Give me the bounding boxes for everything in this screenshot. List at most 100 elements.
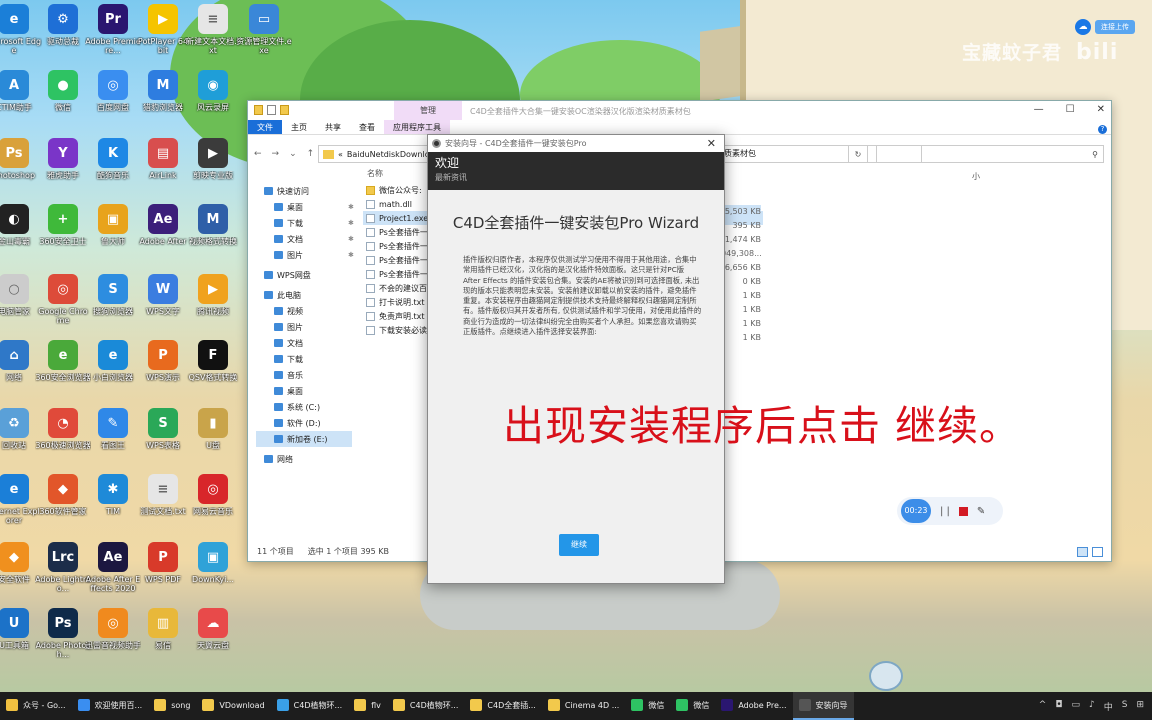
desktop-icon[interactable]: Ae Adobe After Effects 2020 (85, 542, 141, 593)
taskbar-item[interactable]: VDownload (196, 692, 270, 720)
ribbon-tabs[interactable]: 文件 主页 共享 查看 应用程序工具 (248, 120, 1111, 135)
pin-icon[interactable]: ✱ (348, 251, 354, 259)
taskbar-item[interactable]: Cinema 4D ... (542, 692, 625, 720)
pin-icon[interactable]: ✱ (348, 235, 354, 243)
desktop-icon[interactable]: ▣ 鲁大师 (85, 204, 141, 255)
nav-item[interactable]: 新加卷 (E:) (256, 431, 352, 447)
nav-item[interactable]: 桌面 ✱ (256, 199, 354, 215)
nav-item[interactable]: 快速访问 (256, 183, 352, 199)
nav-item[interactable]: 桌面 (256, 383, 352, 399)
desktop-icon[interactable]: Lrc Adobe Lightroo... (35, 542, 91, 593)
nav-item[interactable]: WPS网盘 (256, 267, 352, 283)
taskbar-item[interactable]: C4D植物环... (271, 692, 348, 720)
desktop-icon[interactable]: ▭ 资源管理文件.exe (236, 4, 292, 55)
desktop-icon[interactable]: S 搜狗浏览器 (85, 274, 141, 325)
back-icon[interactable]: ← (254, 149, 262, 159)
desktop-icon[interactable]: ▣ DownKyi... (185, 542, 241, 593)
desktop-icon[interactable]: e 360安全浏览器 (35, 340, 91, 391)
desktop-icon[interactable]: ▤ AirLink (135, 138, 191, 189)
desktop-icon[interactable]: ⚙ 驱动总裁 (35, 4, 91, 55)
tray-icon[interactable]: ⊞ (1136, 700, 1144, 713)
nav-item[interactable]: 文档 ✱ (256, 231, 354, 247)
breadcrumb[interactable]: BaiduNetdiskDownlo... (347, 150, 437, 159)
desktop-icon[interactable]: ≡ 新建文本文档.txt (185, 4, 241, 55)
nav-item[interactable]: 此电脑 (256, 287, 352, 303)
continue-button[interactable]: 继续 (559, 534, 599, 556)
desktop-icon[interactable]: Ps Adobe Photosh... (35, 608, 91, 659)
tab-view[interactable]: 查看 (350, 120, 384, 134)
desktop-icon[interactable]: ◎ 百度网盘 (85, 70, 141, 121)
search-input[interactable]: ⚲ (876, 145, 1104, 163)
desktop-icon[interactable]: ◆ 360软件管家 (35, 474, 91, 525)
desktop-icon[interactable]: P WPS演示 (135, 340, 191, 391)
tab-manage[interactable]: 管理 (394, 101, 462, 120)
nav-item[interactable]: 文档 (256, 335, 352, 351)
window-controls[interactable]: — ☐ ✕ (1034, 104, 1105, 115)
minimize-icon[interactable]: — (1034, 104, 1044, 115)
pin-icon[interactable]: ✱ (348, 219, 354, 227)
tray-icon[interactable]: ♪ (1089, 700, 1095, 713)
taskbar-item[interactable]: 众号 - Go... (0, 692, 72, 720)
desktop-icon[interactable]: ✎ 看图王 (85, 408, 141, 459)
nav-item[interactable]: 网络 (256, 451, 352, 467)
properties-icon[interactable] (267, 105, 276, 115)
up-icon[interactable]: ↑ (307, 149, 315, 159)
explorer-titlebar[interactable]: 管理 C4D全套插件大合集一键安装OC渲染器汉化版渲染材质素材包 — ☐ ✕ (248, 101, 1111, 120)
desktop-icon[interactable]: ▶ 剪映专业版 (185, 138, 241, 189)
refresh-button[interactable]: ↻ (848, 145, 868, 163)
desktop-icon[interactable]: M 视频格式转换 (185, 204, 241, 255)
taskbar-item[interactable]: flv (348, 692, 387, 720)
assistant-bot-icon[interactable] (869, 661, 903, 691)
pen-icon[interactable]: ✎ (977, 506, 985, 517)
cloud-upload-widget[interactable]: ☁ 连接上传 (1075, 18, 1147, 36)
desktop-icon[interactable]: ▮ U盘 (185, 408, 241, 459)
details-view-icon[interactable] (1077, 547, 1088, 557)
desktop-icon[interactable]: ✱ TIM (85, 474, 141, 525)
thumbnail-view-icon[interactable] (1092, 547, 1103, 557)
nav-buttons[interactable]: ← → ⌄ ↑ (254, 145, 314, 163)
desktop-icon[interactable]: M 猎豹浏览器 (135, 70, 191, 121)
desktop-icon[interactable]: ◔ 360极速浏览器 (35, 408, 91, 459)
tray-icon[interactable]: ▭ (1071, 700, 1080, 713)
forward-icon[interactable]: → (272, 149, 280, 159)
taskbar-item[interactable]: 欢迎使用百... (72, 692, 149, 720)
tab-app-tools[interactable]: 应用程序工具 (384, 120, 450, 134)
view-toggle[interactable] (1077, 547, 1103, 557)
desktop-icon[interactable]: ◎ Google Chrome (35, 274, 91, 325)
tab-file[interactable]: 文件 (248, 120, 282, 134)
desktop-icon[interactable]: e 小白浏览器 (85, 340, 141, 391)
help-icon[interactable]: ? (1098, 125, 1107, 134)
cloud-upload-label[interactable]: 连接上传 (1095, 20, 1135, 34)
taskbar-item[interactable]: Adobe Pre... (715, 692, 792, 720)
desktop-icon[interactable]: S WPS表格 (135, 408, 191, 459)
nav-item[interactable]: 视频 (256, 303, 352, 319)
installer-titlebar[interactable]: 安装向导 - C4D全套插件一键安装包Pro ✕ (428, 135, 724, 152)
nav-item[interactable]: 音乐 (256, 367, 352, 383)
desktop-icon[interactable]: P WPS PDF (135, 542, 191, 593)
stop-button[interactable] (958, 506, 968, 516)
desktop-icon[interactable]: F QSV格式转换 (185, 340, 241, 391)
taskbar-item[interactable]: 微信 (670, 692, 715, 720)
maximize-icon[interactable]: ☐ (1066, 104, 1075, 115)
tray-icon[interactable]: ^ (1039, 700, 1047, 713)
desktop-icon[interactable]: ● 微信 (35, 70, 91, 121)
taskbar-item[interactable]: 安装向导 (792, 692, 854, 720)
tab-share[interactable]: 共享 (316, 120, 350, 134)
system-tray[interactable]: ^ ◘ ▭ ♪ 中 S ⊞ (1039, 700, 1152, 713)
desktop-icon[interactable]: ▶ 腾讯视频 (185, 274, 241, 325)
nav-item[interactable]: 图片 ✱ (256, 247, 354, 263)
nav-item[interactable]: 系统 (C:) (256, 399, 352, 415)
close-icon[interactable]: ✕ (707, 137, 716, 150)
nav-item[interactable]: 下载 ✱ (256, 215, 354, 231)
desktop-icon[interactable]: Ae Adobe After (135, 204, 191, 255)
desktop-icon[interactable]: ◎ 网易云音乐 (185, 474, 241, 525)
taskbar[interactable]: 众号 - Go... 欢迎使用百... song VDownload C4D植物环...… (0, 692, 1152, 720)
pause-button[interactable]: | | (940, 506, 950, 517)
taskbar-item[interactable]: C4D全套插... (464, 692, 541, 720)
close-icon[interactable]: ✕ (1097, 104, 1105, 115)
recorder-widget[interactable]: 00:23 | | ✎ (897, 497, 1003, 525)
tray-icon[interactable]: 中 (1104, 700, 1113, 713)
desktop-icon[interactable]: ◉ 风云录屏 (185, 70, 241, 121)
tray-icon[interactable]: S (1122, 700, 1128, 713)
desktop-icon[interactable]: ◎ 迅雷音视频助手 (85, 608, 141, 659)
